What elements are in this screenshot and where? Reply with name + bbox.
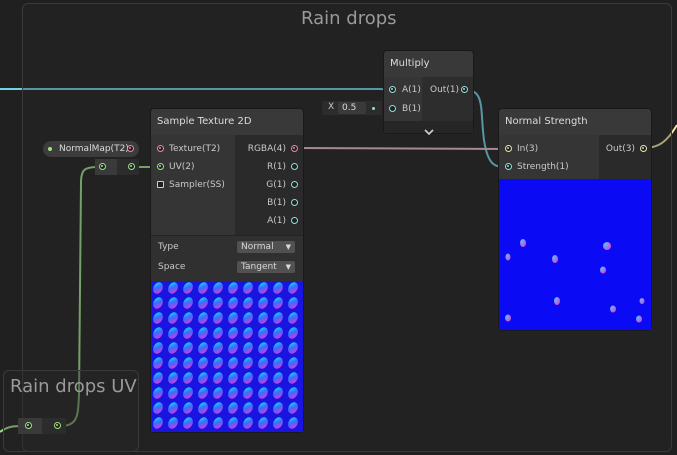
output-port-a[interactable]: A(1): [250, 212, 298, 230]
port-label: B(1): [402, 104, 421, 114]
output-port-r[interactable]: R(1): [250, 158, 298, 176]
port-label: Out(1): [430, 85, 460, 95]
drop-mark: [552, 255, 558, 263]
dropdown-arrow-icon: ▼: [285, 263, 291, 271]
port-icon[interactable]: [291, 145, 298, 152]
port-icon[interactable]: [505, 145, 512, 152]
port-icon[interactable]: [505, 163, 512, 170]
port-icon[interactable]: [291, 163, 298, 170]
port-label: Sampler(SS): [169, 180, 225, 190]
reroute-output-port[interactable]: [128, 163, 135, 170]
output-port-out[interactable]: Out(3): [603, 140, 647, 158]
drop-mark: [520, 239, 526, 247]
drop-mark: [610, 305, 616, 313]
x-label: X: [328, 102, 335, 112]
sample-texture-2d-node[interactable]: Sample Texture 2D Texture(T2) UV(2) Samp…: [151, 109, 303, 432]
port-icon[interactable]: [157, 181, 164, 188]
port-icon[interactable]: [640, 145, 647, 152]
group-title[interactable]: Rain drops: [301, 8, 397, 29]
output-port-rgba[interactable]: RGBA(4): [247, 140, 298, 158]
property-label: NormalMap(T2): [59, 144, 129, 154]
port-icon[interactable]: [461, 86, 468, 93]
multiply-b-inline-value[interactable]: X 0.5: [322, 101, 382, 115]
port-icon[interactable]: [157, 145, 164, 152]
output-port-g[interactable]: G(1): [250, 176, 298, 194]
x-value-field[interactable]: 0.5: [338, 102, 366, 114]
drop-mark: [505, 253, 511, 261]
multiply-node[interactable]: Multiply A(1) B(1) Out(1): [384, 51, 473, 136]
group-title[interactable]: Rain drops UV: [10, 376, 137, 397]
drop-mark: [603, 242, 611, 250]
reroute-input-port[interactable]: [99, 163, 106, 170]
output-port-out[interactable]: Out(1): [430, 81, 468, 99]
port-label: A(1): [402, 85, 421, 95]
port-icon[interactable]: [389, 86, 396, 93]
x-value: 0.5: [342, 103, 357, 113]
connector-dot: [372, 107, 375, 110]
drop-mark: [554, 297, 560, 305]
uv-input-port[interactable]: [25, 422, 32, 429]
uv-reroute-node[interactable]: [95, 159, 139, 175]
property-output-port[interactable]: [127, 145, 134, 152]
output-port-b[interactable]: B(1): [250, 194, 298, 212]
port-label: In(3): [517, 144, 539, 154]
port-icon[interactable]: [389, 105, 396, 112]
drop-mark: [505, 314, 511, 322]
node-title[interactable]: Normal Strength: [499, 109, 651, 135]
port-label: A(1): [267, 216, 286, 226]
port-label: Out(3): [605, 144, 635, 154]
type-dropdown[interactable]: Normal ▼: [237, 241, 295, 253]
group-rain-drops-uv[interactable]: Rain drops UV: [3, 370, 139, 452]
type-label: Type: [158, 242, 179, 252]
port-icon[interactable]: [291, 181, 298, 188]
dropdown-value: Tangent: [241, 262, 277, 272]
strength-preview: [499, 179, 651, 330]
dropdown-value: Normal: [241, 242, 274, 252]
port-label: UV(2): [169, 162, 195, 172]
node-title[interactable]: Multiply: [384, 51, 473, 77]
port-label: Texture(T2): [169, 144, 221, 154]
rain-drops-uv-node[interactable]: [18, 418, 66, 434]
expand-toggle[interactable]: [384, 121, 473, 136]
node-title[interactable]: Sample Texture 2D: [151, 109, 303, 135]
texture-preview: [151, 281, 303, 432]
property-dot: [48, 147, 52, 151]
space-label: Space: [158, 262, 186, 272]
drop-mark: [636, 315, 642, 323]
dropdown-arrow-icon: ▼: [285, 243, 291, 251]
normal-strength-node[interactable]: Normal Strength In(3) Strength(1) Out(3): [499, 109, 651, 330]
port-label: R(1): [266, 162, 286, 172]
drop-mark: [600, 266, 606, 274]
port-icon[interactable]: [157, 163, 164, 170]
normalmap-property-node[interactable]: NormalMap(T2): [43, 141, 139, 157]
port-label: B(1): [267, 198, 286, 208]
port-label: RGBA(4): [247, 144, 286, 154]
space-dropdown[interactable]: Tangent ▼: [237, 261, 295, 273]
chevron-down-icon: [423, 129, 434, 136]
uv-output-port[interactable]: [54, 422, 61, 429]
port-icon[interactable]: [291, 199, 298, 206]
port-label: Strength(1): [517, 162, 569, 172]
port-icon[interactable]: [291, 217, 298, 224]
port-label: G(1): [266, 180, 286, 190]
drop-mark: [639, 298, 645, 304]
settings-panel: Type Normal ▼ Space Tangent ▼: [151, 235, 303, 282]
